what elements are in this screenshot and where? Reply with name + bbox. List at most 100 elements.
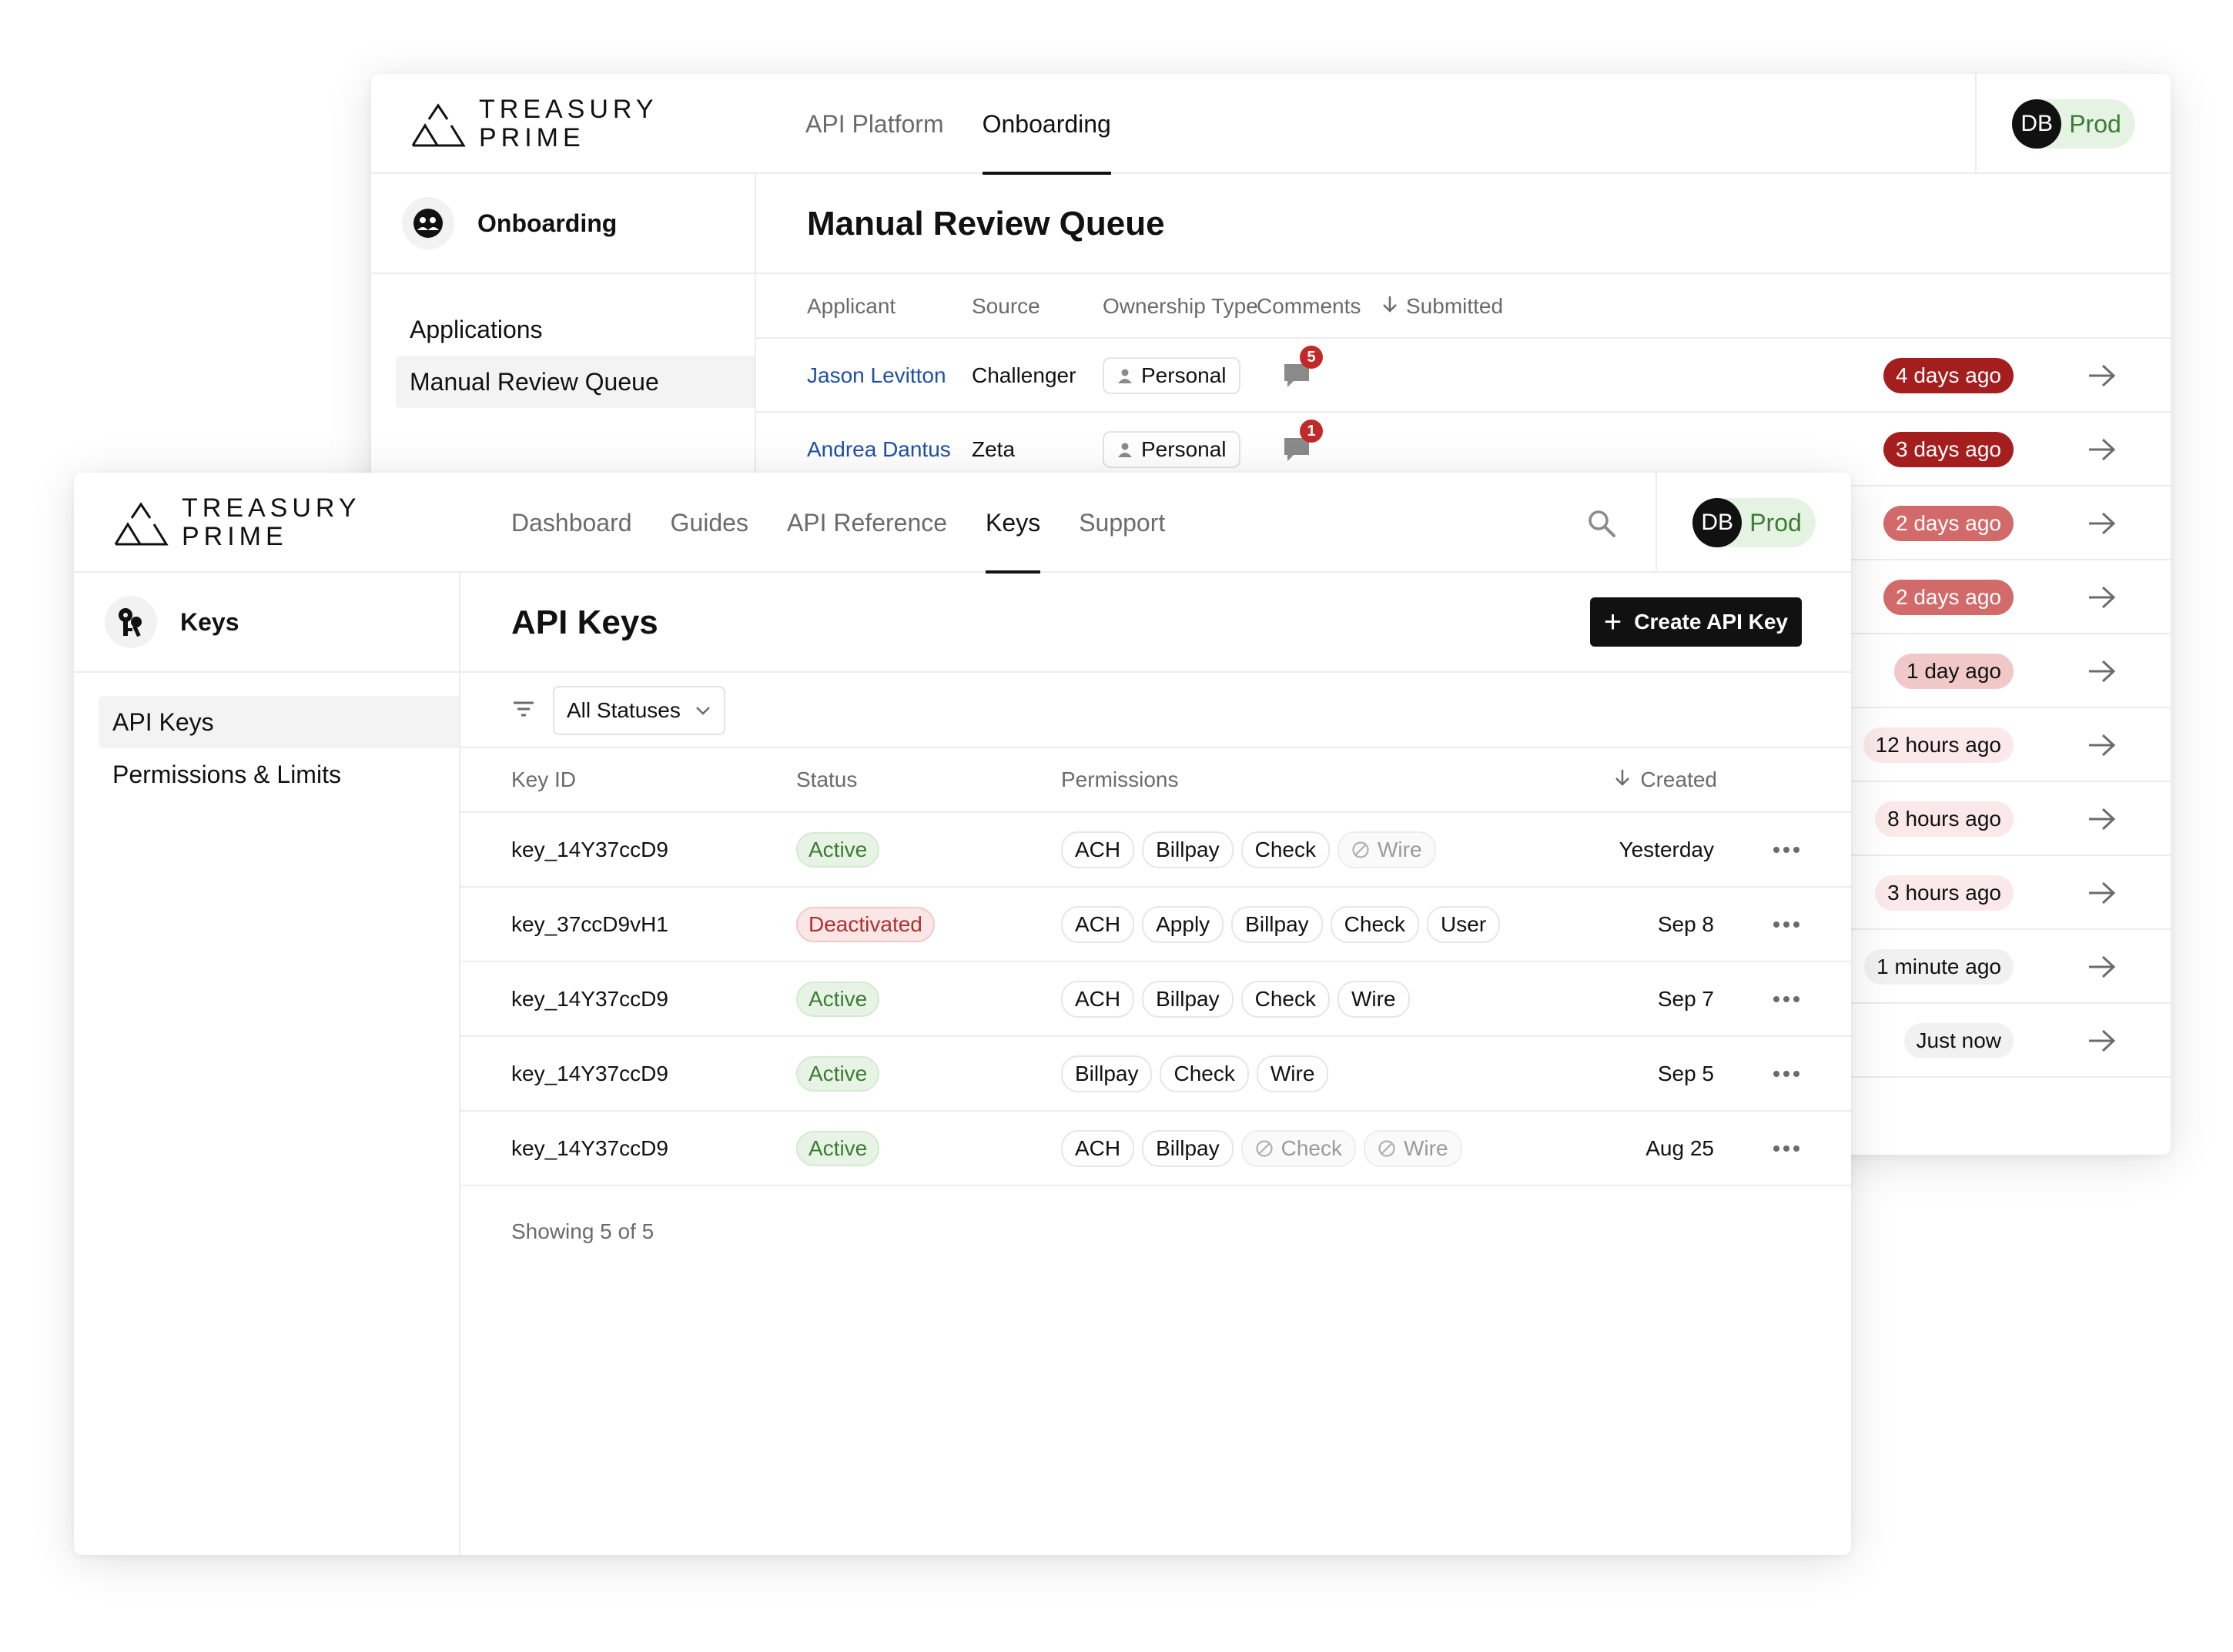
create-api-key-button[interactable]: + Create API Key (1589, 597, 1802, 647)
top-nav: Dashboard Guides API Reference Keys Support (511, 473, 1204, 574)
sidebar-item-manual-review-queue[interactable]: Manual Review Queue (396, 356, 755, 408)
environment-switcher[interactable]: DB Prod (1656, 473, 1851, 573)
open-arrow-icon[interactable] (2087, 560, 2117, 634)
tab-api-platform[interactable]: API Platform (805, 74, 944, 174)
person-icon (1118, 443, 1132, 457)
comment-icon[interactable]: 5 (1283, 346, 1323, 389)
submitted-badge: 12 hours ago (1863, 727, 2014, 763)
blocked-icon (1256, 1139, 1273, 1157)
header: TREASURY PRIME Dashboard Guides API Refere… (74, 473, 1851, 574)
top-nav: API Platform Onboarding (805, 74, 1150, 175)
status-filter-select[interactable]: All Statuses (553, 686, 725, 735)
permission-chip: Check (1160, 1055, 1249, 1092)
table-row[interactable]: key_37ccD9vH1 Deactivated ACH Apply Billpay C… (460, 888, 1851, 962)
ownership-type-badge: Personal (1103, 357, 1240, 394)
sidebar-header: Keys (74, 573, 459, 673)
open-arrow-icon[interactable] (2087, 634, 2117, 708)
open-arrow-icon[interactable] (2087, 413, 2117, 487)
sort-arrow-icon (1381, 294, 1398, 319)
permission-chip: ACH (1061, 831, 1135, 868)
page-title: Manual Review Queue (807, 205, 1165, 242)
main-panel: API Keys + Create API Key All Statuses K… (460, 573, 1851, 1555)
permission-chip: Billpay (1231, 905, 1323, 943)
column-header: Comments (1257, 294, 1361, 318)
sidebar-item-api-keys[interactable]: API Keys (99, 696, 459, 748)
key-id: key_14Y37ccD9 (511, 837, 668, 861)
more-options-icon[interactable] (1773, 1112, 1800, 1185)
blocked-icon (1378, 1139, 1395, 1157)
permission-chip: ACH (1061, 905, 1135, 943)
more-options-icon[interactable] (1773, 1037, 1800, 1110)
submitted-badge: 3 days ago (1883, 432, 2014, 467)
open-arrow-icon[interactable] (2087, 930, 2117, 1004)
more-options-icon[interactable] (1773, 888, 1800, 961)
keys-icon (105, 596, 157, 648)
pagination-summary: Showing 5 of 5 (511, 1219, 654, 1243)
comment-icon[interactable]: 1 (1283, 420, 1323, 463)
tab-api-reference[interactable]: API Reference (787, 473, 947, 573)
api-keys-window: TREASURY PRIME Dashboard Guides API Refere… (74, 473, 1851, 1555)
open-arrow-icon[interactable] (2087, 487, 2117, 560)
permission-chip: Billpay (1142, 831, 1234, 868)
permission-chip: ACH (1061, 980, 1135, 1018)
table-header-row: Key ID Status Permissions Created (460, 748, 1851, 813)
column-header: Status (796, 767, 858, 791)
status-badge: Deactivated (796, 906, 935, 942)
avatar: DB (2012, 99, 2062, 149)
tab-onboarding[interactable]: Onboarding (982, 74, 1112, 175)
treasury-prime-logo[interactable]: TREASURY PRIME (112, 494, 361, 551)
created-date: Sep 8 (1657, 911, 1714, 936)
column-header: Source (972, 294, 1040, 318)
open-arrow-icon[interactable] (2087, 856, 2117, 930)
table-header-row: Applicant Source Ownership Type Comments Sub… (756, 274, 2171, 339)
tab-dashboard[interactable]: Dashboard (511, 473, 632, 573)
submitted-badge: 3 hours ago (1875, 875, 2014, 911)
table-row[interactable]: key_14Y37ccD9 Active ACH Billpay Check Wire Se… (460, 962, 1851, 1037)
sidebar: Keys API Keys Permissions & Limits (74, 573, 460, 1555)
column-header[interactable]: Created (1614, 748, 1717, 811)
treasury-prime-logo[interactable]: TREASURY PRIME (410, 95, 658, 152)
column-header: Applicant (807, 294, 896, 318)
permission-chip: Wire (1256, 1055, 1329, 1092)
sidebar-header: Onboarding (371, 174, 755, 274)
tab-keys[interactable]: Keys (986, 473, 1041, 574)
more-options-icon[interactable] (1773, 813, 1800, 886)
open-arrow-icon[interactable] (2087, 782, 2117, 856)
filter-bar: All Statuses (460, 673, 1851, 748)
created-date: Aug 25 (1645, 1135, 1714, 1160)
permission-chip: Check (1240, 980, 1330, 1018)
permission-chip: Check (1330, 905, 1420, 943)
environment-switcher[interactable]: DB Prod (1975, 74, 2171, 174)
filter-icon[interactable] (511, 697, 536, 725)
logo-word-2: PRIME (182, 522, 288, 551)
open-arrow-icon[interactable] (2087, 339, 2117, 413)
submitted-badge: 1 day ago (1894, 654, 2014, 689)
logo-word-1: TREASURY (479, 95, 658, 124)
search-icon[interactable] (1586, 508, 1617, 543)
plus-icon: + (1603, 605, 1622, 639)
table-row[interactable]: Jason Levitton Challenger Personal 5 4 days … (756, 339, 2171, 413)
column-header[interactable]: Submitted (1381, 274, 1503, 339)
table-row[interactable]: key_14Y37ccD9 Active ACH Billpay Check Wire Au… (460, 1112, 1851, 1186)
key-id: key_14Y37ccD9 (511, 1061, 668, 1085)
table-row[interactable]: key_14Y37ccD9 Active ACH Billpay Check Wire Ye… (460, 813, 1851, 888)
more-options-icon[interactable] (1773, 962, 1800, 1035)
open-arrow-icon[interactable] (2087, 1004, 2117, 1078)
sidebar-item-applications[interactable]: Applications (396, 303, 755, 356)
submitted-badge: 2 days ago (1883, 506, 2014, 541)
open-arrow-icon[interactable] (2087, 708, 2117, 782)
table-row[interactable]: key_14Y37ccD9 Active Billpay Check Wire Sep 5 (460, 1037, 1851, 1112)
ownership-type-badge: Personal (1103, 431, 1240, 468)
tab-guides[interactable]: Guides (671, 473, 748, 573)
sort-arrow-icon (1614, 767, 1631, 792)
permission-chip: Billpay (1061, 1055, 1153, 1092)
column-header: Permissions (1061, 767, 1179, 791)
permission-chip: Check (1240, 831, 1330, 868)
logo-word-2: PRIME (479, 123, 585, 152)
tab-support[interactable]: Support (1079, 473, 1165, 573)
sidebar-item-permissions-limits[interactable]: Permissions & Limits (99, 748, 459, 801)
onboarding-icon (402, 197, 454, 249)
applicant-link[interactable]: Jason Levitton (807, 339, 946, 413)
sidebar-title: Keys (180, 607, 239, 636)
created-date: Yesterday (1619, 837, 1715, 861)
